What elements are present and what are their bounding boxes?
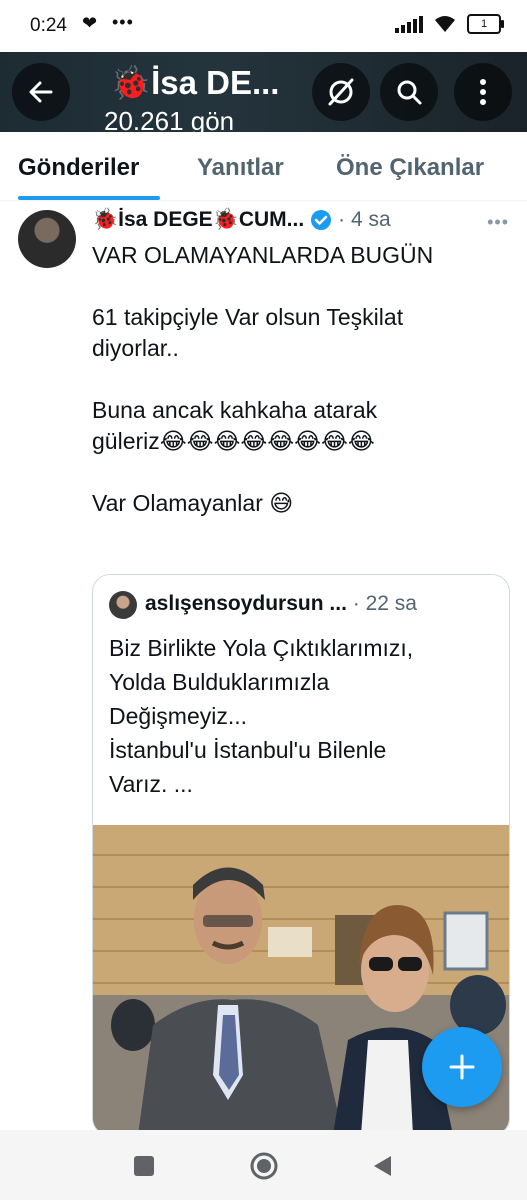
system-nav-bar <box>0 1130 527 1200</box>
tweet-line: 61 takipçiyle Var olsun Teşkilat <box>92 304 404 330</box>
home-icon <box>250 1152 278 1180</box>
quote-author: aslışensoydursun ... <box>145 592 347 615</box>
tab-replies[interactable]: Yanıtlar <box>197 154 284 182</box>
signal-icon <box>395 15 423 33</box>
search-button[interactable] <box>380 63 438 121</box>
quote-line: İstanbul'u İstanbul'u Bilenle <box>109 737 387 763</box>
quote-line: Değişmeyiz... <box>109 703 248 729</box>
tweet-line: Var Olamayanlar 😅 <box>92 490 294 516</box>
home-button[interactable] <box>248 1150 280 1182</box>
heart-icon: ❤ <box>82 13 98 33</box>
notification-dots: ••• <box>112 12 134 32</box>
recents-icon <box>134 1156 154 1176</box>
more-options-button[interactable] <box>454 63 512 121</box>
battery-level: 1 <box>480 18 488 30</box>
post-count: 20.261 gön <box>104 106 235 132</box>
tweet-line: VAR OLAMAYANLARDA BUGÜN <box>92 242 434 268</box>
more-horizontal-icon[interactable]: ••• <box>487 212 509 233</box>
avatar[interactable] <box>18 210 76 268</box>
tweet-line: diyorlar.. <box>92 335 179 361</box>
tweet-text: VAR OLAMAYANLARDA BUGÜN 61 takipçiyle Va… <box>92 240 512 519</box>
status-bar: 0:24 ❤ ••• 1 <box>0 0 527 52</box>
profile-header: 🐞İsa DE... 20.261 gön <box>0 52 527 132</box>
grok-icon <box>328 78 354 106</box>
back-triangle-icon <box>374 1156 391 1176</box>
more-vertical-icon <box>480 79 486 105</box>
quote-line: Yolda Bulduklarımızla <box>109 669 330 695</box>
tweet-header: 🐞İsa DEGE🐞CUM... · 4 sa <box>92 208 391 232</box>
search-icon <box>397 80 422 105</box>
quote-text: Biz Birlikte Yola Çıktıklarımızı, Yolda … <box>109 631 499 801</box>
quote-time: · 22 sa <box>352 592 417 615</box>
verified-icon <box>311 210 332 230</box>
wifi-icon <box>435 16 455 32</box>
tweet-time: · 4 sa <box>338 208 391 231</box>
battery-icon: 1 <box>467 14 504 34</box>
quote-header: aslışensoydursun ... · 22 sa <box>145 592 417 616</box>
back-nav-button[interactable] <box>366 1150 398 1182</box>
active-tab-indicator <box>18 196 160 200</box>
back-button[interactable] <box>12 63 70 121</box>
grok-button[interactable] <box>312 63 370 121</box>
profile-title: 🐞İsa DE... <box>110 64 280 101</box>
quote-avatar <box>109 591 137 619</box>
status-time: 0:24 <box>30 15 67 36</box>
tab-posts[interactable]: Gönderiler <box>18 154 139 182</box>
compose-button[interactable] <box>422 1027 502 1107</box>
quote-line: Varız. ... <box>109 771 193 797</box>
quote-line: Biz Birlikte Yola Çıktıklarımızı, <box>109 635 414 661</box>
plus-icon <box>449 1054 475 1080</box>
tweet-line: Buna ancak kahkaha atarak <box>92 397 378 423</box>
tweet-line: güleriz😂😂😂😂😂😂😂😂 <box>92 428 375 454</box>
back-arrow-icon <box>29 81 53 103</box>
recents-button[interactable] <box>128 1150 160 1182</box>
tab-highlights[interactable]: Öne Çıkanlar <box>336 154 484 182</box>
profile-tabs: Gönderiler Yanıtlar Öne Çıkanlar <box>0 132 527 201</box>
author-name[interactable]: 🐞İsa DEGE🐞CUM... <box>92 208 304 232</box>
